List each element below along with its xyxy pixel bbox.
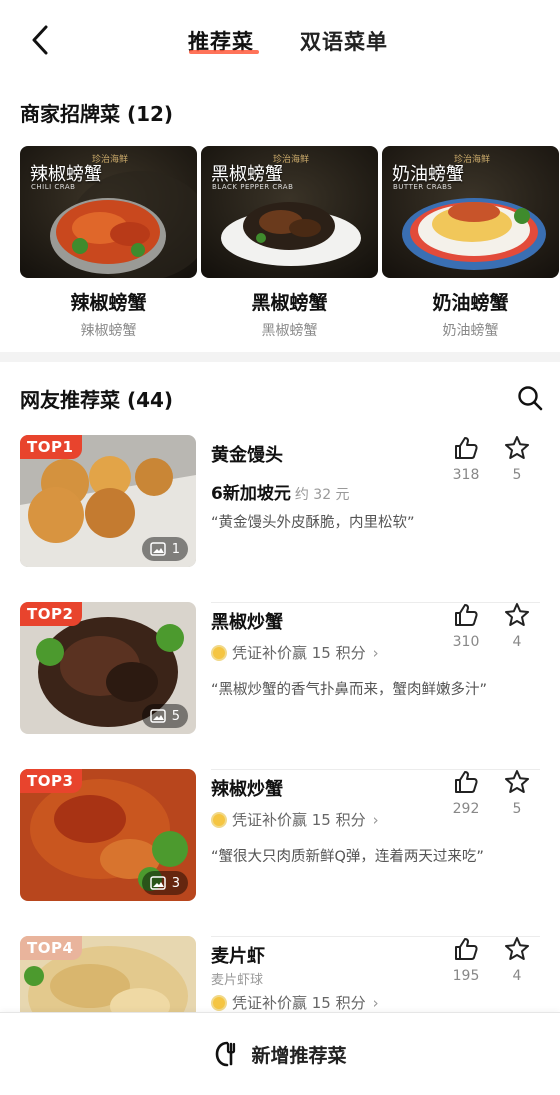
favorite-button[interactable]: 4	[503, 936, 531, 984]
reward-link[interactable]: 凭证补价赢 15 积分 ›	[211, 809, 379, 830]
dish-name: 辣椒螃蟹	[70, 292, 147, 314]
recommended-section-title: 网友推荐菜 (44)	[20, 388, 174, 412]
dish-subtitle: 辣椒螃蟹	[80, 323, 137, 339]
dish-photo: 辣椒螃蟹 CHILI CRAB 珍治海鲜	[20, 146, 197, 278]
reward-text: 凭证补价赢 15 积分	[232, 644, 366, 662]
image-icon	[149, 709, 166, 723]
rank-badge: TOP3	[20, 769, 83, 793]
price-value: 6新加坡元	[211, 484, 291, 504]
dish-name: 黑椒炒蟹	[211, 612, 283, 633]
photo-count-badge[interactable]: 5	[141, 704, 188, 728]
like-count: 310	[452, 634, 480, 650]
photo-count: 5	[171, 708, 180, 724]
bottom-action-bar: 新增推荐菜	[0, 1012, 560, 1095]
photo-count: 1	[171, 541, 180, 557]
photo-count-badge[interactable]: 3	[141, 871, 188, 895]
like-button[interactable]: 292	[450, 769, 482, 817]
add-recommended-dish-label: 新增推荐菜	[251, 1044, 347, 1067]
dish-photo: 奶油螃蟹 BUTTER CRABS 珍治海鲜	[382, 146, 559, 278]
tab-bilingual-menu[interactable]: 双语菜单	[300, 26, 388, 56]
signature-dish-card[interactable]: 黑椒螃蟹 BLACK PEPPER CRAB 珍治海鲜 黑椒螃蟹 黑椒螃蟹	[201, 146, 378, 340]
rank-badge: TOP1	[20, 435, 83, 459]
reward-link[interactable]: 凭证补价赢 15 积分 ›	[211, 992, 379, 1013]
dish-name: 辣椒炒蟹	[211, 779, 283, 800]
page: 推荐菜 双语菜单 商家招牌菜 (12) 辣椒螃蟹 CHILI CRAB 珍治海鲜…	[0, 0, 560, 1095]
review-quote: “黄金馒头外皮酥脆，内里松软”	[211, 515, 415, 531]
reward-text: 凭证补价赢 15 积分	[232, 994, 366, 1012]
list-item[interactable]: TOP2 5 黑椒炒蟹 凭证补价赢 15 积分 › “黑椒炒蟹的香气扑鼻而来，蟹…	[0, 602, 560, 770]
restaurant-logo: 珍治海鲜	[273, 155, 310, 165]
price: 6新加坡元约 32 元	[211, 479, 350, 504]
thumbs-up-icon	[455, 938, 478, 960]
price-approx: 约 32 元	[294, 487, 350, 503]
dish-name: 麦片虾	[211, 946, 265, 967]
like-count: 292	[452, 801, 480, 817]
coin-icon	[211, 644, 227, 661]
photo-count-badge[interactable]: 1	[141, 537, 188, 561]
star-count: 5	[512, 467, 522, 483]
photo-caption-en: CHILI CRAB	[31, 183, 76, 191]
thumbs-up-icon	[455, 771, 478, 793]
favorite-button[interactable]: 5	[503, 769, 531, 817]
like-button[interactable]: 310	[450, 602, 482, 650]
list-item[interactable]: TOP3 3 辣椒炒蟹 凭证补价赢 15 积分 › “蟹很大只肉质新鲜Q弹，连着…	[0, 769, 560, 937]
chevron-right-icon: ›	[372, 993, 379, 1012]
dish-subtitle: 黑椒螃蟹	[261, 323, 318, 339]
star-icon	[505, 436, 529, 459]
favorite-button[interactable]: 5	[503, 435, 531, 483]
like-count: 195	[452, 968, 480, 984]
like-count: 318	[452, 467, 480, 483]
thumbs-up-icon	[455, 604, 478, 626]
signature-dish-card[interactable]: 奶油螃蟹 BUTTER CRABS 珍治海鲜 奶油螃蟹 奶油螃蟹	[382, 146, 559, 340]
star-count: 4	[512, 634, 522, 650]
coin-icon	[211, 811, 227, 828]
dish-photo: TOP1 1	[20, 435, 196, 567]
dish-photo: TOP3 3	[20, 769, 196, 901]
top-header: 推荐菜 双语菜单	[0, 0, 560, 80]
image-icon	[149, 542, 166, 556]
restaurant-logo: 珍治海鲜	[454, 155, 491, 165]
list-item[interactable]: TOP1 1 黄金馒头 6新加坡元约 32 元 “黄金馒头外皮酥脆，内里松软” …	[0, 435, 560, 603]
active-tab-indicator	[189, 50, 259, 54]
photo-caption-en: BLACK PEPPER CRAB	[212, 183, 294, 191]
add-recommended-dish-button[interactable]: 新增推荐菜	[213, 1040, 347, 1068]
dish-photo: TOP2 5	[20, 602, 196, 734]
favorite-button[interactable]: 4	[503, 602, 531, 650]
signature-dish-card[interactable]: 辣椒螃蟹 CHILI CRAB 珍治海鲜 辣椒螃蟹 辣椒螃蟹	[20, 146, 197, 340]
restaurant-logo: 珍治海鲜	[92, 155, 129, 165]
thumbs-up-icon	[455, 437, 478, 459]
search-icon	[518, 386, 543, 411]
star-icon	[505, 770, 529, 793]
review-quote: “蟹很大只肉质新鲜Q弹，连着两天过来吃”	[211, 849, 484, 865]
photo-count: 3	[171, 875, 180, 891]
search-button[interactable]	[516, 384, 544, 412]
like-button[interactable]: 195	[450, 936, 482, 984]
like-button[interactable]: 318	[450, 435, 482, 483]
review-quote: “黑椒炒蟹的香气扑鼻而来，蟹肉鲜嫩多汁”	[211, 682, 488, 698]
chevron-right-icon: ›	[372, 810, 379, 829]
star-count: 4	[512, 968, 522, 984]
dish-subtitle: 奶油螃蟹	[442, 323, 499, 339]
chevron-right-icon: ›	[372, 643, 379, 662]
chevron-left-icon	[32, 25, 48, 55]
star-count: 5	[512, 801, 522, 817]
section-divider	[0, 352, 560, 362]
dish-name: 黄金馒头	[211, 445, 283, 466]
utensils-icon	[216, 1041, 236, 1067]
back-button[interactable]	[22, 20, 58, 60]
star-icon	[505, 603, 529, 626]
photo-caption-en: BUTTER CRABS	[393, 183, 453, 191]
dish-photo: 黑椒螃蟹 BLACK PEPPER CRAB 珍治海鲜	[201, 146, 378, 278]
reward-link[interactable]: 凭证补价赢 15 积分 ›	[211, 642, 379, 663]
dish-subtitle: 麦片虾球	[211, 973, 264, 988]
rank-badge: TOP4	[20, 936, 83, 960]
coin-icon	[211, 994, 227, 1011]
image-icon	[149, 876, 166, 890]
signature-section-title: 商家招牌菜 (12)	[20, 102, 174, 126]
star-icon	[505, 937, 529, 960]
rank-badge: TOP2	[20, 602, 83, 626]
reward-text: 凭证补价赢 15 积分	[232, 811, 366, 829]
dish-name: 奶油螃蟹	[432, 292, 509, 314]
dish-name: 黑椒螃蟹	[251, 292, 328, 314]
